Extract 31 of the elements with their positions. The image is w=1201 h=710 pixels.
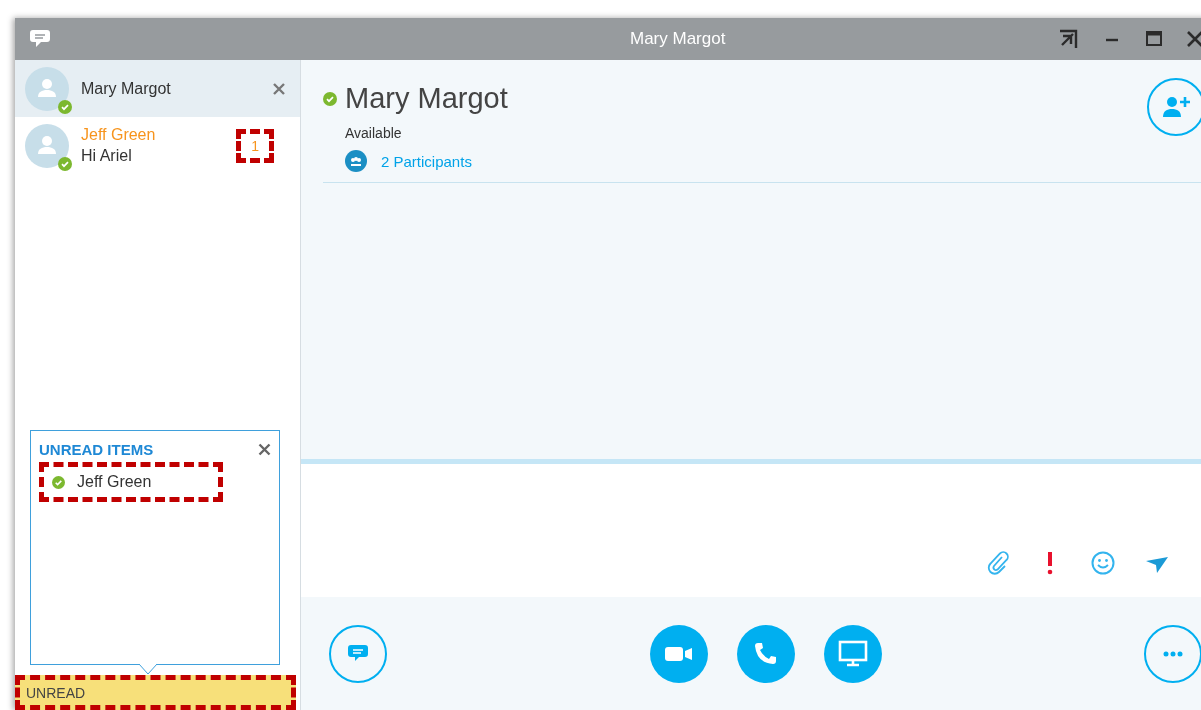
pop-out-icon[interactable] — [1058, 29, 1080, 49]
maximize-icon[interactable] — [1144, 29, 1164, 49]
video-camera-icon — [663, 644, 694, 663]
add-person-icon — [1161, 95, 1191, 119]
more-options-button[interactable] — [1144, 624, 1201, 683]
unread-count: 1 — [236, 128, 274, 163]
unread-item[interactable]: Jeff Green — [39, 462, 223, 502]
window-title: Mary Margot — [630, 29, 726, 49]
phone-icon — [752, 640, 779, 667]
unread-bar[interactable]: UNREAD — [15, 675, 296, 710]
message-input[interactable] — [301, 464, 1201, 597]
paperclip-icon[interactable] — [987, 551, 1009, 575]
contact-name: Mary Margot — [81, 79, 172, 98]
avatar — [25, 123, 69, 168]
close-icon[interactable] — [258, 443, 271, 456]
contact-name: Jeff Green — [81, 126, 157, 144]
close-icon[interactable] — [1186, 29, 1201, 49]
monitor-icon — [837, 639, 868, 668]
more-icon — [1162, 650, 1184, 657]
conversation-item[interactable]: Mary Margot — [15, 60, 300, 117]
close-icon[interactable] — [272, 81, 286, 96]
smiley-icon[interactable] — [1091, 551, 1115, 575]
chat-button[interactable] — [329, 624, 387, 683]
popup-title: UNREAD ITEMS — [39, 441, 154, 458]
presence-status: Available — [345, 125, 403, 141]
avatar — [25, 66, 69, 111]
chat-bubble-icon — [29, 29, 51, 49]
message-preview: Hi Ariel — [81, 147, 133, 165]
contact-name: Mary Margot — [345, 82, 508, 115]
participants-icon — [345, 150, 367, 172]
add-person-button[interactable] — [1147, 78, 1201, 136]
